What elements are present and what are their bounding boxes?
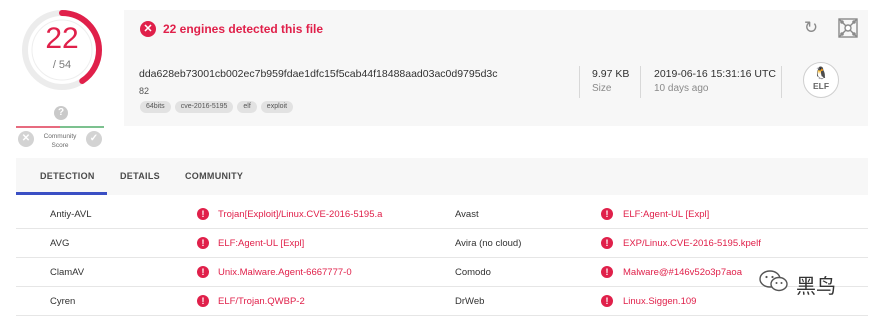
file-size-value: 9.97 KB [592,68,630,80]
divider [579,66,580,98]
engine-name: DrWeb [455,296,485,307]
file-hash[interactable]: dda628eb73001cb002ec7b959fdae1dfc15f5cab… [139,68,498,80]
analysis-date-relative: 10 days ago [654,83,709,94]
table-row: Antiy-AVL ! Trojan[Exploit]/Linux.CVE-20… [16,200,868,229]
detection-result: Trojan[Exploit]/Linux.CVE-2016-5195.a [218,209,383,220]
detection-result: Malware@#146v52o3p7aoa [623,267,742,278]
detection-result: EXP/Linux.CVE-2016-5195.kpelf [623,238,761,249]
engine-name: AVG [50,238,70,249]
detection-result: ELF:Agent-UL [Expl] [218,238,305,249]
detection-result: Linux.Siggen.109 [623,296,697,307]
engine-name: Avast [455,209,479,220]
reload-icon[interactable]: ↻ [802,19,820,37]
malicious-icon: ! [601,295,613,307]
tag[interactable]: elf [237,101,257,113]
table-row: ClamAV ! Unix.Malware.Agent-6667777-0 Co… [16,258,868,287]
graph-icon[interactable] [838,18,858,38]
engine-name: Comodo [455,267,491,278]
watermark: 黑鸟 [758,266,858,298]
tab-community[interactable]: COMMUNITY [185,171,243,181]
table-row: Cyren ! ELF/Trojan.QWBP-2 DrWeb ! Linux.… [16,287,868,316]
malicious-icon: ! [197,266,209,278]
detection-result: Unix.Malware.Agent-6667777-0 [218,267,352,278]
malicious-icon: ! [197,208,209,220]
file-size-label: Size [592,83,612,94]
tag[interactable]: 64bits [140,101,171,113]
community-score: ? ✕ Community Score ✓ [16,106,108,156]
detection-result: ELF/Trojan.QWBP-2 [218,296,305,307]
help-icon[interactable]: ? [54,106,68,120]
linux-penguin-icon: 🐧 [813,66,829,80]
score-detected: 22 [45,22,79,55]
tabs-bar: DETECTION DETAILS COMMUNITY [16,158,868,195]
community-score-bar [16,126,104,128]
vote-down-icon[interactable]: ✕ [18,131,34,147]
engine-name: Avira (no cloud) [455,238,522,249]
tab-detection[interactable]: DETECTION [40,171,95,181]
malicious-icon: ! [601,237,613,249]
detection-alert: 22 engines detected this file [163,22,324,36]
file-type-label: ELF [812,81,830,91]
file-summary-card: ✕ 22 engines detected this file ↻ dda628… [124,10,868,126]
malicious-icon: ! [601,208,613,220]
vote-up-icon[interactable]: ✓ [86,131,102,147]
analysis-date-value: 2019-06-16 15:31:16 UTC [654,68,776,80]
tab-details[interactable]: DETAILS [120,171,160,181]
score-total: / 54 [52,59,72,71]
engine-name: ClamAV [50,267,85,278]
file-name: 82 [139,86,150,96]
elf-file-icon: 🐧 ELF [803,62,839,98]
engine-name: Antiy-AVL [50,209,92,220]
detections-table: Antiy-AVL ! Trojan[Exploit]/Linux.CVE-20… [16,200,868,316]
community-score-label: Community Score [43,133,77,149]
active-tab-indicator [16,192,107,195]
table-row: AVG ! ELF:Agent-UL [Expl] Avira (no clou… [16,229,868,258]
divider [781,66,782,98]
tag[interactable]: exploit [260,101,294,113]
x-circle-icon: ✕ [140,21,156,37]
file-tags: 64bits cve-2016-5195 elf exploit [140,101,294,113]
engine-name: Cyren [50,296,76,307]
malicious-icon: ! [197,295,209,307]
tag[interactable]: cve-2016-5195 [174,101,234,113]
malicious-icon: ! [601,266,613,278]
divider [640,66,641,98]
wechat-logo-icon [759,270,788,292]
malicious-icon: ! [197,237,209,249]
watermark-text: 黑鸟 [796,274,836,298]
detection-result: ELF:Agent-UL [Expl] [623,209,710,220]
